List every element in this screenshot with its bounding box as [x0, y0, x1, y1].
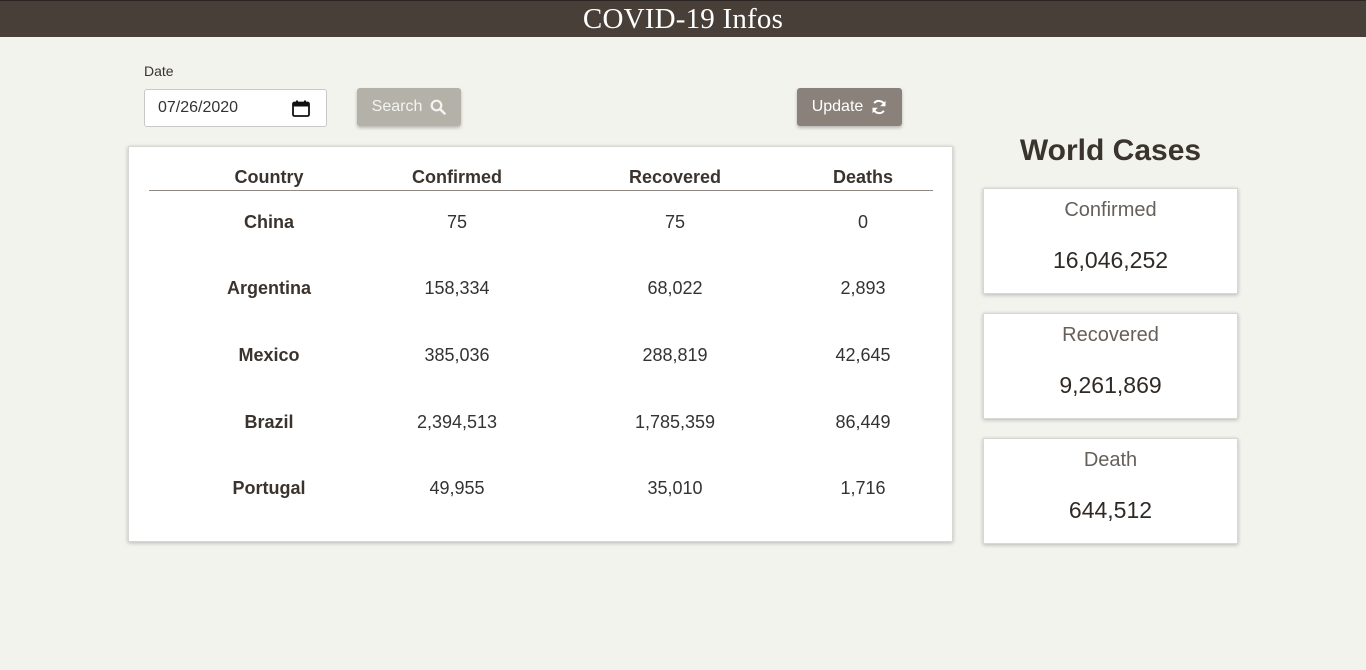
confirmed-cell: 75 [446, 212, 468, 232]
table-row: Argentina 158,334 68,022 2,893 [149, 278, 933, 302]
update-button-label: Update [811, 98, 864, 115]
table-row: Brazil 2,394,513 1,785,359 86,449 [149, 412, 933, 436]
header-recovered: Recovered [628, 167, 722, 187]
header-deaths: Deaths [832, 167, 894, 187]
country-cell: Brazil [244, 412, 294, 432]
header-country: Country [234, 167, 304, 187]
deaths-cell: 1,716 [840, 478, 886, 498]
deaths-cell: 42,645 [835, 345, 891, 365]
countries-table: Country Confirmed Recovered Deaths China… [128, 146, 953, 542]
country-cell: Mexico [238, 345, 300, 365]
refresh-icon [871, 99, 887, 115]
date-field[interactable]: 07/26/2020 [144, 89, 327, 127]
recovered-cell: 288,819 [642, 345, 708, 365]
world-cases-title: World Cases [1019, 134, 1202, 167]
world-death-card: Death 644,512 [983, 438, 1238, 544]
country-cell: China [243, 212, 294, 232]
world-recovered-label: Recovered [1062, 324, 1159, 346]
world-death-value: 644,512 [1068, 497, 1153, 523]
calendar-icon[interactable] [292, 100, 310, 117]
date-value: 07/26/2020 [158, 99, 239, 116]
world-confirmed-value: 16,046,252 [1052, 247, 1169, 273]
world-recovered-card: Recovered 9,261,869 [983, 313, 1238, 419]
confirmed-cell: 158,334 [424, 278, 490, 298]
page-title: COVID-19 Infos [582, 2, 784, 35]
search-icon [430, 99, 447, 115]
world-death-label: Death [1083, 449, 1138, 471]
confirmed-cell: 385,036 [424, 345, 490, 365]
world-confirmed-label: Confirmed [1064, 199, 1157, 221]
table-header: Country Confirmed Recovered Deaths [149, 167, 933, 191]
world-confirmed-card: Confirmed 16,046,252 [983, 188, 1238, 294]
update-button[interactable]: Update [797, 88, 902, 126]
recovered-cell: 68,022 [647, 278, 703, 298]
deaths-cell: 0 [857, 212, 868, 232]
confirmed-cell: 2,394,513 [416, 412, 498, 432]
recovered-cell: 35,010 [647, 478, 703, 498]
recovered-cell: 1,785,359 [634, 412, 716, 432]
table-row: China 75 75 0 [149, 212, 933, 236]
header-confirmed: Confirmed [412, 167, 502, 187]
world-recovered-value: 9,261,869 [1059, 372, 1162, 398]
search-button[interactable]: Search [357, 88, 461, 126]
app-header: COVID-19 Infos [0, 0, 1366, 37]
country-cell: Argentina [226, 278, 311, 298]
table-row: Mexico 385,036 288,819 42,645 [149, 345, 933, 369]
country-cell: Portugal [232, 478, 306, 498]
table-row: Portugal 49,955 35,010 1,716 [149, 478, 933, 502]
search-button-label: Search [371, 98, 423, 115]
date-label: Date [144, 63, 174, 79]
deaths-cell: 86,449 [835, 412, 891, 432]
confirmed-cell: 49,955 [429, 478, 485, 498]
recovered-cell: 75 [664, 212, 686, 232]
deaths-cell: 2,893 [840, 278, 886, 298]
